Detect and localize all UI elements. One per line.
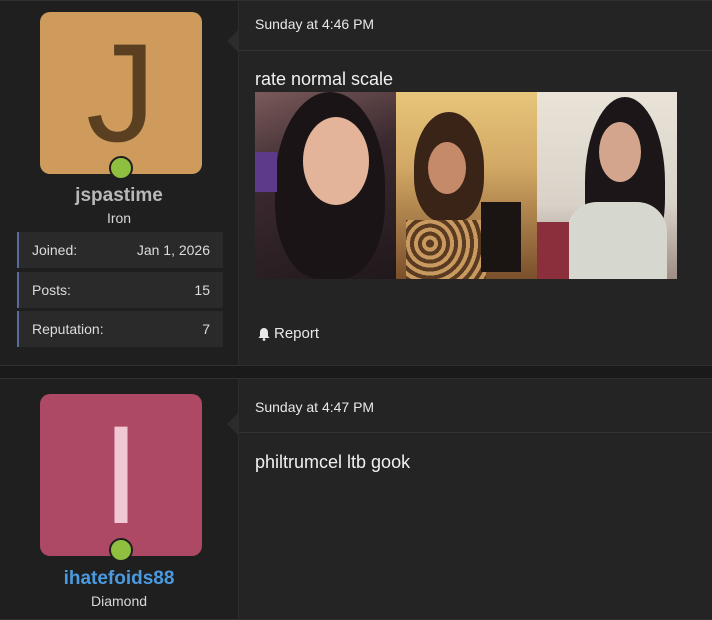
divider bbox=[239, 50, 712, 51]
stat-label: Joined: bbox=[32, 242, 78, 258]
stat-posts: Posts: 15 bbox=[17, 272, 223, 308]
attached-image[interactable] bbox=[537, 92, 677, 279]
avatar-letter: J bbox=[86, 14, 156, 171]
online-indicator-icon bbox=[109, 538, 133, 562]
attached-image[interactable] bbox=[255, 92, 396, 279]
user-rank: Iron bbox=[106, 210, 132, 226]
post-message: philtrumcel ltb gook bbox=[255, 452, 411, 472]
attached-images bbox=[255, 92, 677, 279]
attached-image[interactable] bbox=[396, 92, 537, 279]
stat-value: Jan 1, 2026 bbox=[136, 242, 210, 258]
bell-icon bbox=[258, 327, 270, 341]
image-detail bbox=[537, 222, 569, 279]
post-arrow bbox=[227, 29, 239, 53]
report-label: Report bbox=[274, 325, 320, 342]
stat-label: Posts: bbox=[32, 282, 71, 298]
stat-value: 7 bbox=[202, 321, 210, 337]
image-detail bbox=[481, 202, 521, 272]
avatar[interactable]: J bbox=[40, 12, 202, 174]
image-detail bbox=[567, 202, 667, 279]
stat-reputation: Reputation: 7 bbox=[17, 311, 223, 347]
user-info-column: J jspastime Iron Joined: Jan 1, 2026 Pos… bbox=[0, 1, 239, 365]
online-indicator-icon bbox=[109, 156, 133, 180]
stat-joined: Joined: Jan 1, 2026 bbox=[17, 232, 223, 268]
post-arrow bbox=[227, 412, 239, 436]
image-detail bbox=[255, 152, 277, 192]
divider bbox=[239, 432, 712, 433]
stat-label: Reputation: bbox=[32, 321, 104, 337]
user-rank: Diamond bbox=[90, 593, 148, 609]
user-info-column: I ihatefoids88 Diamond bbox=[0, 379, 239, 619]
post: I ihatefoids88 Diamond Sunday at 4:47 PM… bbox=[0, 378, 712, 620]
post-date[interactable]: Sunday at 4:46 PM bbox=[255, 16, 374, 32]
stat-value: 15 bbox=[194, 282, 210, 298]
post-date[interactable]: Sunday at 4:47 PM bbox=[255, 399, 374, 415]
image-detail bbox=[406, 220, 486, 279]
report-button[interactable]: Report bbox=[257, 325, 319, 342]
username[interactable]: jspastime bbox=[0, 185, 238, 207]
post-message: rate normal scale bbox=[255, 69, 394, 89]
avatar[interactable]: I bbox=[40, 394, 202, 556]
avatar-letter: I bbox=[101, 396, 141, 553]
username[interactable]: ihatefoids88 bbox=[0, 568, 238, 590]
post: J jspastime Iron Joined: Jan 1, 2026 Pos… bbox=[0, 0, 712, 366]
